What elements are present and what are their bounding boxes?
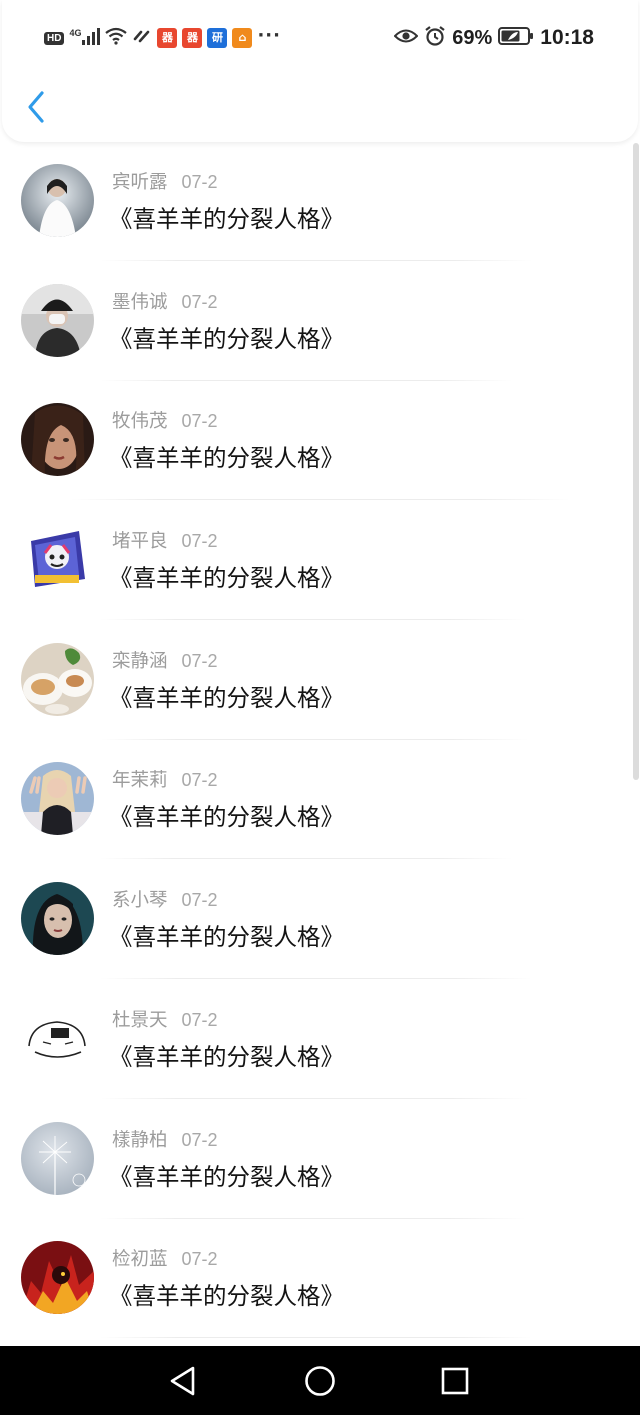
post-date: 07-2	[181, 411, 218, 432]
avatar[interactable]	[21, 1001, 94, 1075]
meta-line: 堵平良 07-2	[112, 530, 218, 553]
divider	[100, 738, 528, 740]
dandelion-avatar	[21, 1121, 94, 1195]
item-title: 《喜羊羊的分裂人格》	[109, 803, 344, 832]
item-title: 《喜羊羊的分裂人格》	[109, 205, 344, 233]
cartoon-sticker-avatar	[21, 523, 94, 597]
item-title: 《喜羊羊的分裂人格》	[109, 1282, 344, 1311]
divider	[100, 858, 512, 860]
avatar[interactable]	[21, 283, 94, 357]
avatar[interactable]	[21, 164, 94, 237]
meta-line: 栾静涵 07-2	[112, 650, 218, 673]
meta-line: 系小琴 07-2	[112, 889, 218, 912]
list-item[interactable]: 年茉莉 07-2 《喜羊羊的分裂人格》	[0, 742, 640, 862]
screen: HD 4G 器 器 研 ⌂ ··· 69% 10:18 宾听露 07-2 《喜羊…	[0, 0, 640, 1415]
post-date: 07-2	[181, 1249, 218, 1270]
item-title: 《喜羊羊的分裂人格》	[109, 1162, 344, 1191]
meta-line: 樣静柏 07-2	[112, 1129, 218, 1152]
nav-home-button[interactable]	[299, 1360, 341, 1402]
red-flame-anime-avatar	[21, 1241, 94, 1315]
divider	[70, 499, 570, 501]
divider	[100, 379, 512, 381]
back-button[interactable]	[18, 86, 54, 128]
nav-recents-button[interactable]	[434, 1360, 476, 1402]
square-recents-icon	[441, 1367, 469, 1395]
avatar[interactable]	[21, 1241, 94, 1315]
post-date: 07-2	[181, 770, 218, 791]
food-plates-avatar	[21, 642, 94, 716]
post-date: 07-2	[181, 291, 218, 312]
header	[2, 0, 638, 142]
list-item[interactable]: 堵平良 07-2 《喜羊羊的分裂人格》	[0, 503, 640, 623]
list-item[interactable]: 栾静涵 07-2 《喜羊羊的分裂人格》	[0, 623, 640, 743]
meta-line: 宾听露 07-2	[112, 171, 218, 194]
meta-line: 检初蓝 07-2	[112, 1248, 218, 1271]
list-item[interactable]: 系小琴 07-2 《喜羊羊的分裂人格》	[0, 862, 640, 982]
divider	[100, 260, 532, 261]
circle-home-icon	[305, 1366, 335, 1396]
author-name: 墨伟诚	[112, 291, 168, 313]
author-name: 樣静柏	[112, 1129, 168, 1151]
avatar[interactable]	[21, 523, 94, 597]
author-name: 检初蓝	[112, 1249, 168, 1271]
post-date: 07-2	[181, 890, 218, 911]
post-date: 07-2	[181, 531, 218, 552]
meta-line: 墨伟诚 07-2	[112, 291, 218, 314]
navigation-bar	[0, 1346, 640, 1415]
item-title: 《喜羊羊的分裂人格》	[109, 324, 344, 353]
author-name: 堵平良	[112, 531, 168, 553]
post-date: 07-2	[181, 650, 218, 671]
author-name: 栾静涵	[112, 650, 168, 672]
meta-line: 牧伟茂 07-2	[112, 410, 218, 433]
list-item[interactable]: 宾听露 07-2 《喜羊羊的分裂人格》	[0, 144, 640, 264]
list-item[interactable]: 杜景天 07-2 《喜羊羊的分裂人格》	[0, 982, 640, 1102]
item-title: 《喜羊羊的分裂人格》	[109, 683, 344, 712]
list-item[interactable]: 墨伟诚 07-2 《喜羊羊的分裂人格》	[0, 264, 640, 384]
girl-portrait-avatar	[21, 403, 94, 477]
item-title: 《喜羊羊的分裂人格》	[109, 564, 344, 593]
item-title: 《喜羊羊的分裂人格》	[109, 923, 344, 952]
comment-list: 宾听露 07-2 《喜羊羊的分裂人格》 墨伟诚 07-2 《喜羊羊的分裂人格》	[0, 144, 640, 1341]
list-item[interactable]: 检初蓝 07-2 《喜羊羊的分裂人格》	[0, 1221, 640, 1341]
divider	[100, 1217, 526, 1219]
line-drawing-face-avatar	[21, 1001, 94, 1075]
meta-line: 年茉莉 07-2	[112, 769, 218, 792]
list-item[interactable]: 牧伟茂 07-2 《喜羊羊的分裂人格》	[0, 383, 640, 503]
avatar[interactable]	[21, 882, 94, 956]
author-name: 宾听露	[112, 172, 168, 193]
divider	[100, 1097, 528, 1099]
post-date: 07-2	[181, 1009, 218, 1030]
post-date: 07-2	[181, 1129, 218, 1150]
list-item[interactable]: 樣静柏 07-2 《喜羊羊的分裂人格》	[0, 1102, 640, 1222]
avatar[interactable]	[21, 642, 94, 716]
author-name: 系小琴	[112, 890, 168, 912]
scrollbar[interactable]	[633, 143, 639, 780]
divider	[100, 619, 526, 621]
author-name: 年茉莉	[112, 770, 168, 792]
meta-line: 杜景天 07-2	[112, 1009, 218, 1032]
blonde-girl-peace-sign-avatar	[21, 762, 94, 836]
author-name: 牧伟茂	[112, 411, 168, 433]
avatar[interactable]	[21, 403, 94, 477]
post-date: 07-2	[181, 172, 218, 192]
dark-hair-girl-teal-avatar	[21, 882, 94, 956]
person-in-white-fur-avatar	[21, 164, 94, 237]
avatar[interactable]	[21, 762, 94, 836]
item-title: 《喜羊羊的分裂人格》	[109, 444, 344, 473]
triangle-back-icon	[170, 1366, 195, 1396]
chevron-left-icon	[28, 91, 44, 123]
nav-back-button[interactable]	[161, 1360, 203, 1402]
item-title: 《喜羊羊的分裂人格》	[109, 1042, 344, 1071]
divider	[100, 978, 532, 980]
divider	[100, 1337, 532, 1339]
avatar[interactable]	[21, 1121, 94, 1195]
person-in-bucket-hat-mask-avatar	[21, 283, 94, 357]
author-name: 杜景天	[112, 1009, 168, 1031]
